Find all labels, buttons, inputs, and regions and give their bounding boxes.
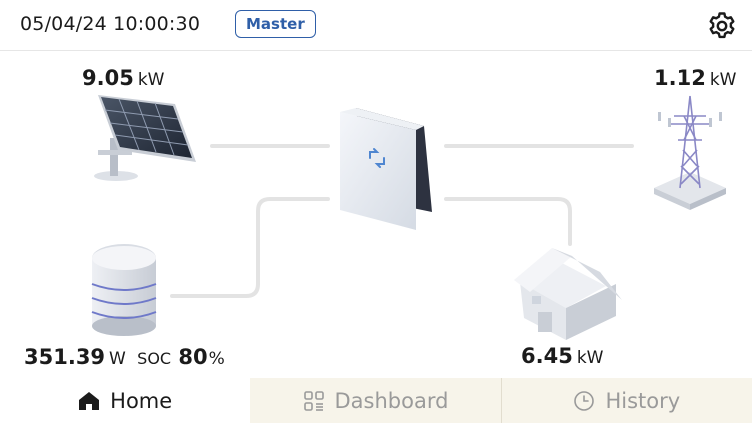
battery-power-number: 351.39 — [24, 345, 106, 369]
tab-dashboard-label: Dashboard — [334, 388, 449, 413]
home-icon — [79, 391, 100, 410]
grid-power-number: 1.12 — [654, 66, 706, 90]
dashboard-icon — [303, 390, 324, 411]
tab-home-label: Home — [110, 388, 173, 413]
tab-history[interactable]: History — [501, 378, 752, 423]
clock-icon — [574, 390, 595, 411]
grid-power-unit: kW — [709, 70, 737, 90]
home-power-value: 6.45 kW — [521, 344, 603, 368]
battery-icon — [91, 244, 157, 336]
solar-panel-icon — [94, 95, 196, 181]
soc-value: 80 — [178, 345, 208, 369]
house-icon — [514, 248, 622, 340]
transmission-tower-icon — [654, 95, 726, 210]
battery-power-unit: W — [109, 349, 126, 369]
home-flow-line — [444, 197, 572, 246]
solar-power-unit: kW — [137, 70, 165, 90]
tab-dashboard[interactable]: Dashboard — [250, 378, 502, 423]
inverter-icon — [340, 108, 432, 230]
solar-power-value: 9.05 kW — [82, 66, 164, 90]
grid-power-value: 1.12 kW — [654, 66, 736, 90]
home-power-number: 6.45 — [521, 344, 573, 368]
home-power-unit: kW — [576, 348, 604, 368]
energy-flow-diagram — [91, 95, 726, 340]
bottom-tab-bar: Home Dashboard History — [0, 378, 752, 423]
soc-label: SOC — [137, 349, 172, 368]
battery-power-value: 351.39 W SOC 80% — [24, 345, 225, 369]
tab-home[interactable]: Home — [0, 378, 251, 423]
soc-unit: % — [208, 349, 225, 369]
solar-power-number: 9.05 — [82, 66, 134, 90]
battery-flow-line — [170, 197, 330, 298]
tab-history-label: History — [605, 388, 681, 413]
